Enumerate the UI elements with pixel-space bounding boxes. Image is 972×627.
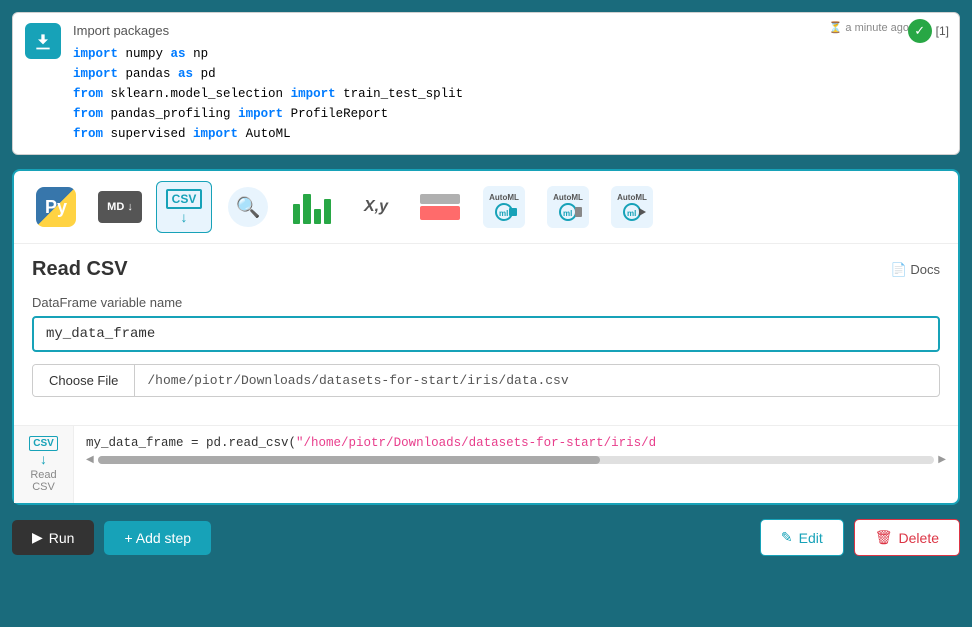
step-container: Py MD ↓ CSV ↓ 🔍 X,y [12,169,960,505]
search-magnify-icon: 🔍 [228,187,268,227]
xy-icon-btn[interactable]: X,y [348,181,404,233]
csv-logo: CSV ↓ [164,185,204,229]
var-field-label: DataFrame variable name [32,295,940,310]
edit-button[interactable]: ✎ Edit [760,519,844,556]
markdown-icon-btn[interactable]: MD ↓ [92,181,148,233]
trash-icon: 🗑 [875,529,893,546]
code-preview-content: my_data_frame = pd.read_csv("/home/piotr… [74,426,958,503]
code-preview-row: CSV ↓ Read CSV my_data_frame = pd.read_c… [14,425,958,503]
variable-name-input[interactable] [32,316,940,352]
bar-chart-icon [291,188,333,226]
mljar-graphic3: ml [617,202,647,222]
csv-small-icon: CSV ↓ Read CSV [24,436,63,493]
cell-code: import numpy as np import pandas as pd f… [73,44,947,144]
automl3-icon-btn[interactable]: AutoML ml [604,181,660,233]
markdown-logo: MD ↓ [98,191,142,223]
code-line-4: from pandas_profiling import ProfileRepo… [73,104,947,124]
scrollbar-track[interactable] [98,456,935,464]
check-icon: ✓ [908,19,932,43]
svg-text:ml: ml [499,209,508,218]
chart-icon-btn[interactable] [284,181,340,233]
download-icon [33,31,53,51]
bottom-toolbar: ▶ Run + Add step ✎ Edit 🗑 Delete [12,519,960,556]
automl1-icon-btn[interactable]: AutoML ml [476,181,532,233]
file-path-display: /home/piotr/Downloads/datasets-for-start… [135,365,939,396]
delete-button[interactable]: 🗑 Delete [854,519,960,556]
python-logo: Py [36,187,76,227]
python-icon-btn[interactable]: Py [28,181,84,233]
scrollbar-row[interactable]: ◀ ▶ [86,454,946,465]
execution-count: [1] [936,24,949,38]
mljar-graphic2: ml [553,202,583,222]
automl1-logo: AutoML ml [483,186,525,228]
execution-badge: ✓ [1] [908,19,949,43]
read-csv-header: Read CSV 📄 Docs [32,258,940,281]
book-icon: 📄 [891,262,907,277]
code-line-5: from supervised import AutoML [73,124,947,144]
step-toolbar: Py MD ↓ CSV ↓ 🔍 X,y [14,171,958,244]
csv-icon-btn[interactable]: CSV ↓ [156,181,212,233]
svg-text:ml: ml [627,209,636,218]
preview-code-line: my_data_frame = pd.read_csv("/home/piotr… [86,436,946,450]
cell-label: Import packages [73,23,947,38]
scrollbar-thumb [98,456,600,464]
docs-link[interactable]: 📄 Docs [891,262,940,278]
code-line-3: from sklearn.model_selection import trai… [73,84,947,104]
automl2-logo: AutoML ml [547,186,589,228]
play-icon: ▶ [32,529,43,546]
choose-file-button[interactable]: Choose File [33,365,135,396]
clock-icon: ⏳ [829,22,843,34]
pencil-icon: ✎ [781,529,793,546]
mljar-graphic1: ml [489,202,519,222]
import-icon [25,23,61,59]
timestamp: ⏳ a minute ago [829,21,909,34]
code-preview-icon-area: CSV ↓ Read CSV [14,426,74,503]
read-csv-section: Read CSV 📄 Docs DataFrame variable name … [14,244,958,425]
automl3-logo: AutoML ml [611,186,653,228]
scroll-right-arrow[interactable]: ▶ [938,454,946,465]
run-button[interactable]: ▶ Run [12,520,94,555]
automl2-icon-btn[interactable]: AutoML ml [540,181,596,233]
table-icon-btn[interactable] [412,181,468,233]
code-line-1: import numpy as np [73,44,947,64]
svg-text:ml: ml [563,209,572,218]
table-icon [420,194,460,220]
read-csv-title: Read CSV [32,258,128,281]
csv-arrow: ↓ [181,209,188,225]
search-icon-btn[interactable]: 🔍 [220,181,276,233]
code-line-2: import pandas as pd [73,64,947,84]
import-packages-cell: Import packages import numpy as np impor… [12,12,960,155]
scroll-left-arrow[interactable]: ◀ [86,454,94,465]
file-chooser-row: Choose File /home/piotr/Downloads/datase… [32,364,940,397]
add-step-button[interactable]: + Add step [104,521,211,555]
xy-label: X,y [364,198,388,216]
